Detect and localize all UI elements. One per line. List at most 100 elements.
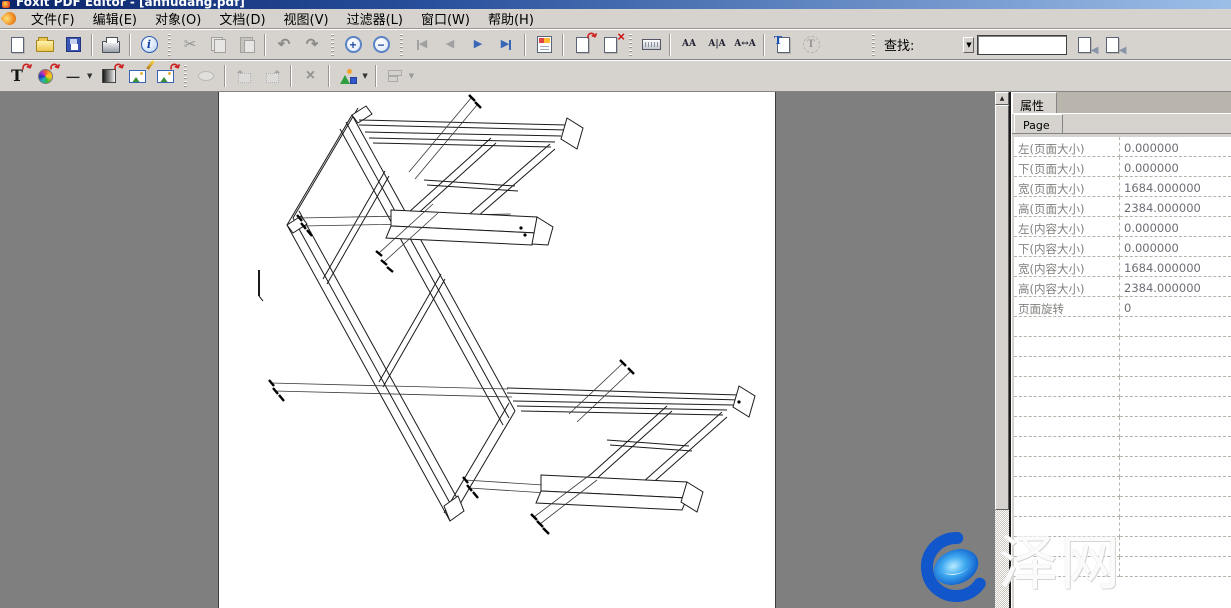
chevron-down-icon[interactable]: ▼ [409, 73, 414, 80]
delete-page-icon [604, 37, 617, 53]
rotate-page-button[interactable]: ↷ [569, 32, 595, 58]
import-text-button[interactable]: T [770, 32, 796, 58]
toolbar-gripper[interactable] [331, 34, 334, 56]
page-layout-button[interactable] [531, 32, 557, 58]
empty-row [1014, 317, 1231, 337]
line-style-button[interactable]: — [60, 63, 86, 89]
find-input[interactable] [977, 35, 1067, 55]
table-row: 宽(内容大小)1684.000000 [1014, 257, 1231, 277]
toolbar-gripper[interactable] [168, 34, 171, 56]
find-previous-button[interactable]: ◀ [1071, 32, 1097, 58]
property-value[interactable]: 0.000000 [1120, 157, 1231, 177]
chevron-down-icon[interactable]: ▼ [362, 73, 367, 80]
property-value[interactable]: 0.000000 [1120, 217, 1231, 237]
previous-page-button[interactable]: ◀ [437, 32, 463, 58]
send-backward-button[interactable] [231, 63, 257, 89]
add-shading-button[interactable]: ↷ [96, 63, 122, 89]
menu-object[interactable]: 对象(O) [146, 7, 210, 30]
find-next-icon [1106, 37, 1119, 53]
vertical-scrollbar[interactable]: ▲ [995, 92, 1009, 608]
property-name: 宽(内容大小) [1014, 257, 1120, 277]
toolbar-gripper[interactable] [184, 65, 187, 87]
property-value[interactable]: 0.000000 [1120, 137, 1231, 157]
font-size-button[interactable]: AA [676, 32, 702, 58]
zoom-in-button[interactable]: + [340, 32, 366, 58]
menu-help[interactable]: 帮助(H) [479, 7, 543, 30]
last-page-button[interactable]: ▶ [493, 32, 519, 58]
letter-spacing-button[interactable]: A↔A [732, 32, 758, 58]
add-color-button[interactable]: ↷ [32, 63, 58, 89]
text-circle-button[interactable]: T [798, 32, 824, 58]
bring-forward-button[interactable] [259, 63, 285, 89]
letter-spacing-icon: A↔A [734, 40, 756, 49]
property-value[interactable]: 1684.000000 [1120, 177, 1231, 197]
empty-row [1014, 417, 1231, 437]
toolbar-gripper[interactable] [400, 34, 403, 56]
new-document-icon [11, 37, 24, 53]
edit-image-button[interactable] [124, 63, 150, 89]
menu-file[interactable]: 文件(F) [22, 7, 84, 30]
copy-icon [211, 37, 226, 53]
property-grid: 左(页面大小)0.000000 下(页面大小)0.000000 宽(页面大小)1… [1014, 137, 1231, 608]
chevron-down-icon[interactable]: ▼ [87, 73, 92, 80]
menu-bar: 文件(F) 编辑(E) 对象(O) 文档(D) 视图(V) 过滤器(L) 窗口(… [0, 9, 1231, 29]
delete-x-icon: × [617, 30, 625, 43]
property-value[interactable]: 2384.000000 [1120, 197, 1231, 217]
redo-button[interactable]: ↷ [299, 32, 325, 58]
cad-drawing [219, 92, 777, 608]
scrollbar-thumb[interactable] [995, 105, 1009, 510]
add-image-button[interactable]: ↷ [152, 63, 178, 89]
delete-object-button[interactable]: × [297, 63, 323, 89]
undo-button[interactable]: ↶ [271, 32, 297, 58]
cut-button[interactable]: ✂ [177, 32, 203, 58]
find-next-button[interactable]: ◀ [1099, 32, 1125, 58]
toolbar-gripper[interactable] [629, 34, 632, 56]
first-page-button[interactable]: ◀ [409, 32, 435, 58]
property-value[interactable]: 0.000000 [1120, 237, 1231, 257]
object-shapes-button[interactable] [335, 63, 361, 89]
panel-title[interactable]: 属性 [1012, 92, 1057, 113]
next-page-button[interactable]: ▶ [465, 32, 491, 58]
paste-button[interactable] [233, 32, 259, 58]
toolbar-gripper[interactable] [872, 34, 875, 56]
property-value[interactable]: 1684.000000 [1120, 257, 1231, 277]
chevron-down-icon[interactable]: ▼ [963, 37, 974, 53]
menu-filter[interactable]: 过滤器(L) [338, 7, 412, 30]
edit-object-button[interactable] [193, 63, 219, 89]
menu-document[interactable]: 文档(D) [210, 7, 274, 30]
separator [524, 34, 526, 56]
new-document-button[interactable] [4, 32, 30, 58]
separator [290, 65, 292, 87]
scroll-up-button[interactable]: ▲ [995, 92, 1009, 105]
print-button[interactable] [98, 32, 124, 58]
property-value[interactable]: 0 [1120, 297, 1231, 317]
find-label: 查找: [884, 35, 914, 54]
info-icon: i [141, 36, 158, 53]
find-history-combo[interactable]: ▼ [916, 36, 974, 54]
property-value[interactable]: 2384.000000 [1120, 277, 1231, 297]
add-text-button[interactable]: T↷ [4, 63, 30, 89]
menu-window[interactable]: 窗口(W) [412, 7, 479, 30]
zoom-out-button[interactable]: − [368, 32, 394, 58]
document-info-button[interactable]: i [136, 32, 162, 58]
font-size-icon: AA [682, 40, 696, 49]
document-canvas[interactable] [0, 92, 1009, 608]
menu-view[interactable]: 视图(V) [275, 7, 338, 30]
align-objects-button[interactable] [382, 63, 408, 89]
tab-page[interactable]: Page [1014, 114, 1063, 133]
font-pair-button[interactable]: A|A [704, 32, 730, 58]
menu-edit[interactable]: 编辑(E) [84, 7, 146, 30]
empty-row [1014, 477, 1231, 497]
copy-button[interactable] [205, 32, 231, 58]
rotate-page-icon [576, 37, 589, 53]
delete-page-button[interactable]: × [597, 32, 623, 58]
open-document-button[interactable] [32, 32, 58, 58]
document-icon[interactable] [0, 9, 18, 27]
virtual-keyboard-button[interactable] [638, 32, 664, 58]
edit-object-icon [198, 71, 214, 81]
panel-tab-bar: Page [1012, 114, 1231, 134]
save-document-button[interactable] [60, 32, 86, 58]
keyboard-icon [642, 39, 661, 50]
text-circle-icon: T [803, 36, 820, 53]
pdf-page[interactable] [218, 92, 776, 608]
